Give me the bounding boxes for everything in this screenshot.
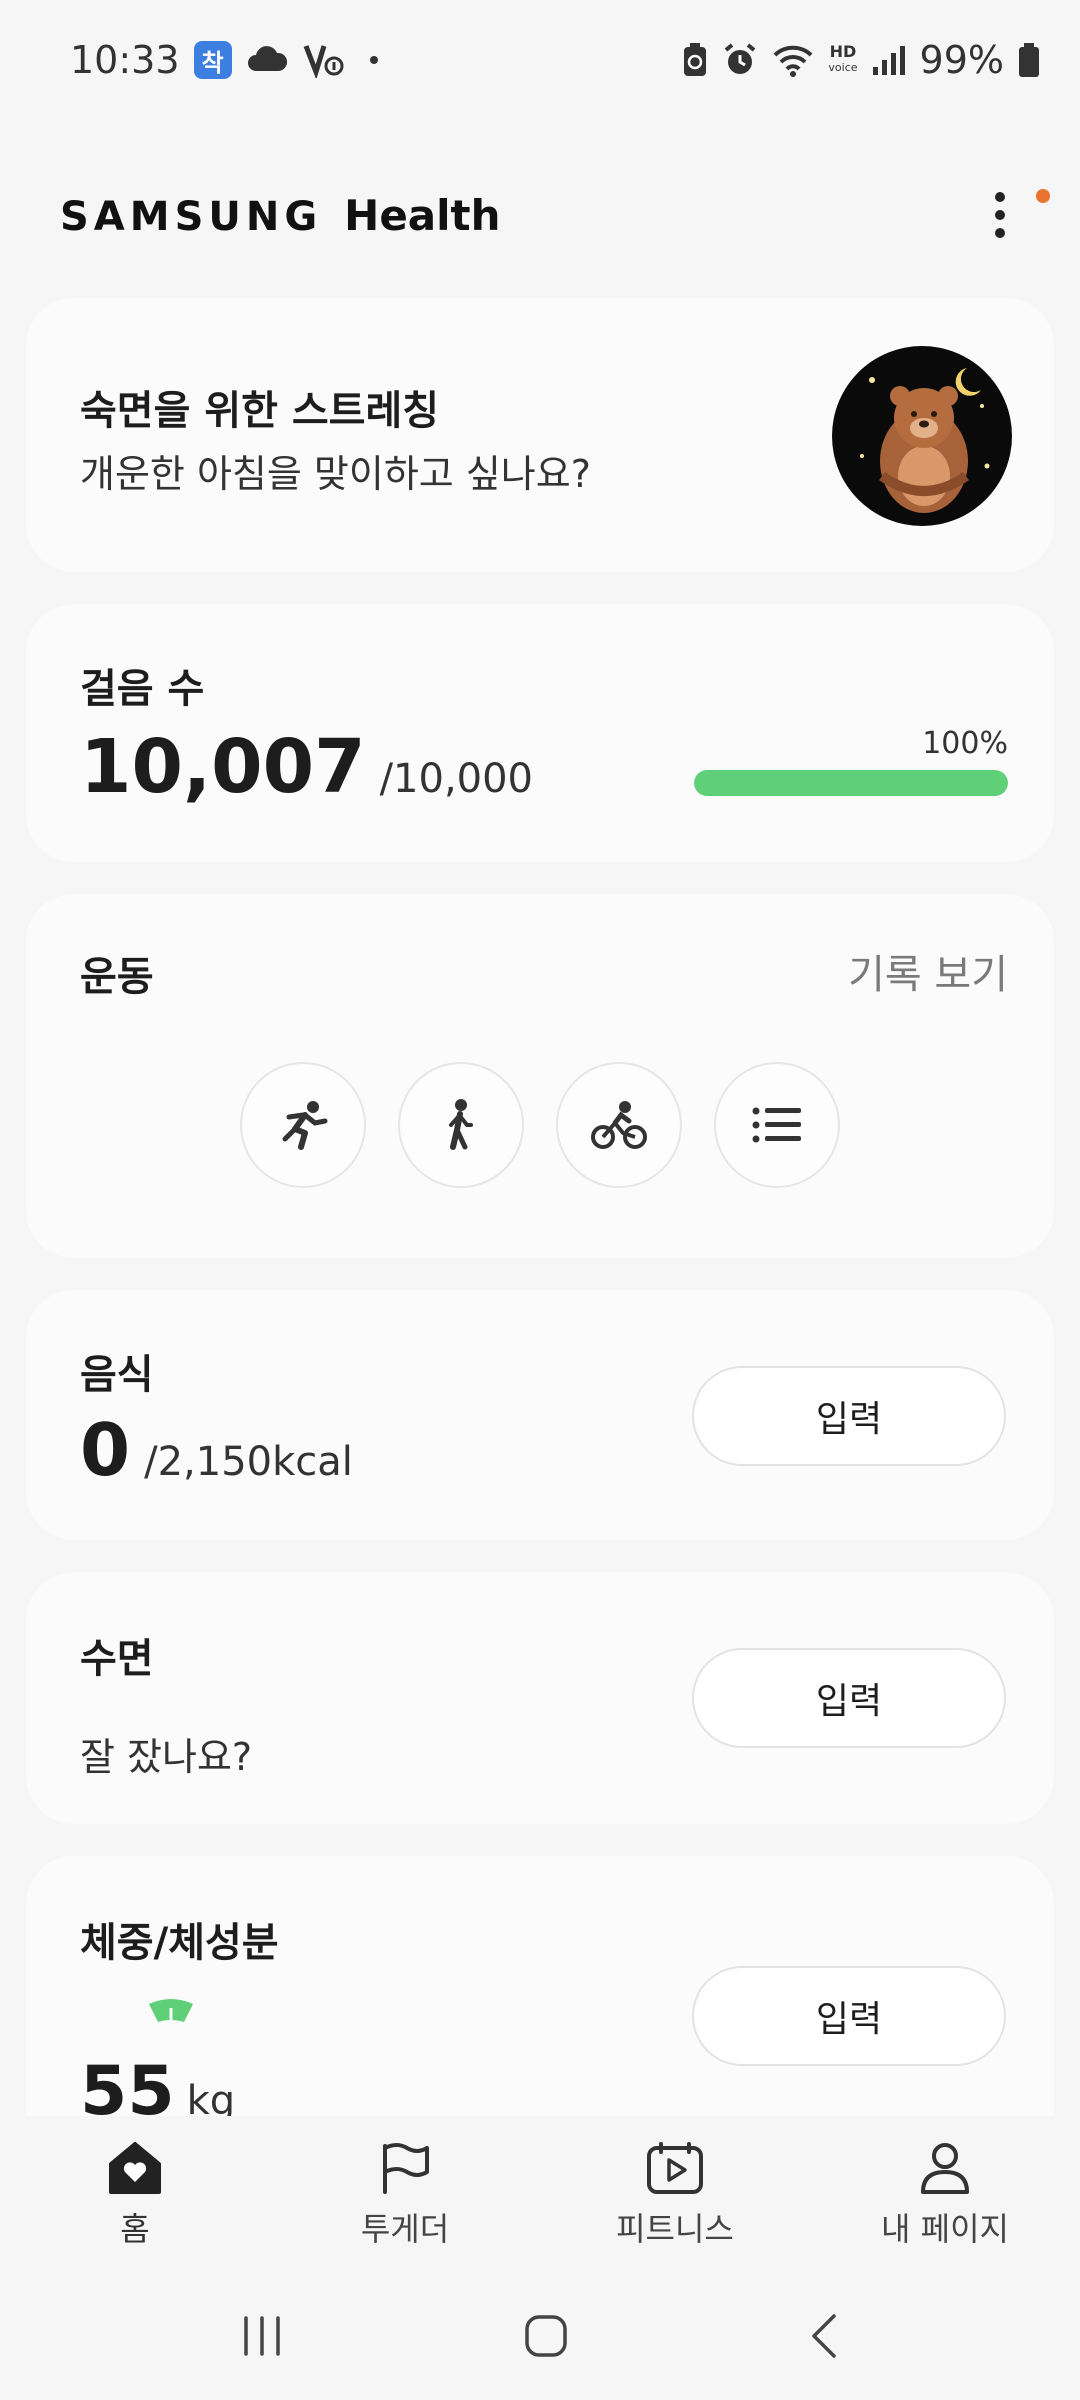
- view-log-link[interactable]: 기록 보기: [848, 942, 1008, 1000]
- flag-icon: [383, 2143, 429, 2194]
- steps-goal: /10,000: [379, 756, 533, 802]
- walking-button[interactable]: [398, 1062, 524, 1188]
- status-bar: 10:33 착 HD voice 99%: [0, 0, 1080, 120]
- recent-apps-icon: [244, 2316, 280, 2356]
- nav-fitness-label: 피트니스: [616, 2210, 734, 2248]
- person-icon: [921, 2143, 969, 2194]
- fitness-video-icon: [647, 2142, 703, 2194]
- home-outline-icon: [525, 2315, 567, 2357]
- stretching-card[interactable]: 숙면을 위한 스트레칭 개운한 아침을 맞이하고 싶나요?: [26, 298, 1054, 572]
- brand-samsung: SAMSUNG: [60, 193, 323, 240]
- cycling-icon: [591, 1101, 647, 1149]
- vpn-key-icon: [302, 42, 346, 78]
- food-input-button[interactable]: 입력: [692, 1366, 1006, 1466]
- app-header: SAMSUNG Health: [0, 160, 1080, 270]
- new-badge-dot: [1036, 189, 1050, 203]
- nav-together-label: 투게더: [360, 2210, 450, 2248]
- alarm-icon: [722, 42, 758, 78]
- cycling-button[interactable]: [556, 1062, 682, 1188]
- battery-percent: 99%: [919, 38, 1004, 82]
- nav-home[interactable]: 홈: [0, 2116, 270, 2276]
- home-heart-icon: [109, 2142, 161, 2194]
- list-icon: [752, 1107, 801, 1143]
- exercise-shortcuts: [240, 1062, 840, 1188]
- signal-icon: [872, 45, 906, 75]
- weight-gauge-icon: [146, 1996, 196, 2030]
- nav-my-page-label: 내 페이지: [881, 2210, 1009, 2248]
- steps-title: 걸음 수: [80, 666, 205, 712]
- steps-progress-bar: [694, 770, 1008, 796]
- notification-dot: [369, 56, 378, 64]
- stretching-title: 숙면을 위한 스트레칭: [80, 388, 440, 434]
- steps-count: 10,007: [80, 724, 366, 810]
- weight-unit: kg: [186, 2078, 236, 2116]
- hd-sub-label: voice: [828, 61, 858, 74]
- nav-together[interactable]: 투게더: [270, 2116, 540, 2276]
- weight-value-row: 55 kg: [80, 2052, 235, 2116]
- brand-health: Health: [344, 190, 501, 240]
- weight-input-button[interactable]: 입력: [692, 1966, 1006, 2066]
- nav-my-page[interactable]: 내 페이지: [810, 2116, 1080, 2276]
- more-options-button[interactable]: [980, 175, 1050, 255]
- status-left: 10:33 착: [70, 38, 378, 82]
- recent-apps-button[interactable]: [240, 2315, 284, 2361]
- samsung-health-logo: SAMSUNG Health: [60, 191, 501, 240]
- sleep-input-button[interactable]: 입력: [692, 1648, 1006, 1748]
- steps-value-row: 10,007 /10,000: [80, 724, 533, 810]
- more-vert-icon: [995, 192, 1005, 238]
- food-title: 음식: [80, 1352, 154, 1398]
- system-navigation-bar: [0, 2276, 1080, 2400]
- sleep-subtitle: 잘 잤나요?: [80, 1735, 253, 1779]
- battery-saver-icon: [682, 42, 708, 78]
- weight-card[interactable]: 체중/체성분 55 kg 입력: [26, 1856, 1054, 2116]
- nav-home-label: 홈: [120, 2210, 150, 2248]
- home-button[interactable]: [524, 2314, 568, 2362]
- bear-illustration: [832, 346, 1012, 526]
- steps-percent: 100%: [922, 726, 1008, 761]
- weight-value: 55: [80, 2052, 175, 2116]
- status-right: HD voice 99%: [682, 38, 1040, 82]
- steps-card[interactable]: 걸음 수 10,007 /10,000 100%: [26, 604, 1054, 862]
- running-button[interactable]: [240, 1062, 366, 1188]
- back-chevron-icon: [812, 2314, 836, 2358]
- weight-title: 체중/체성분: [80, 1920, 279, 1966]
- bottom-navigation: 홈 투게더 피트니스 내 페이지: [0, 2116, 1080, 2276]
- status-time: 10:33: [70, 38, 180, 82]
- hd-voice-indicator: HD voice: [828, 44, 857, 76]
- more-exercises-button[interactable]: [714, 1062, 840, 1188]
- food-calories: 0: [80, 1408, 131, 1492]
- wifi-icon: [772, 43, 814, 77]
- cloud-icon: [246, 45, 288, 75]
- food-card[interactable]: 음식 0 /2,150kcal 입력: [26, 1290, 1054, 1540]
- stretching-subtitle: 개운한 아침을 맞이하고 싶나요?: [80, 452, 591, 496]
- exercise-card: 운동 기록 보기: [26, 894, 1054, 1258]
- hd-label: HD: [829, 42, 857, 61]
- back-button[interactable]: [808, 2312, 840, 2364]
- app-notification-badge: 착: [193, 41, 232, 79]
- battery-icon: [1018, 42, 1040, 78]
- steps-progress-fill: [694, 770, 1008, 796]
- sleep-card[interactable]: 수면 잘 잤나요? 입력: [26, 1572, 1054, 1824]
- food-goal: /2,150kcal: [144, 1439, 353, 1485]
- food-value-row: 0 /2,150kcal: [80, 1408, 353, 1492]
- exercise-title: 운동: [80, 954, 154, 1000]
- nav-fitness[interactable]: 피트니스: [540, 2116, 810, 2276]
- sleep-title: 수면: [80, 1636, 154, 1682]
- running-icon: [282, 1101, 328, 1150]
- walking-icon: [449, 1099, 473, 1150]
